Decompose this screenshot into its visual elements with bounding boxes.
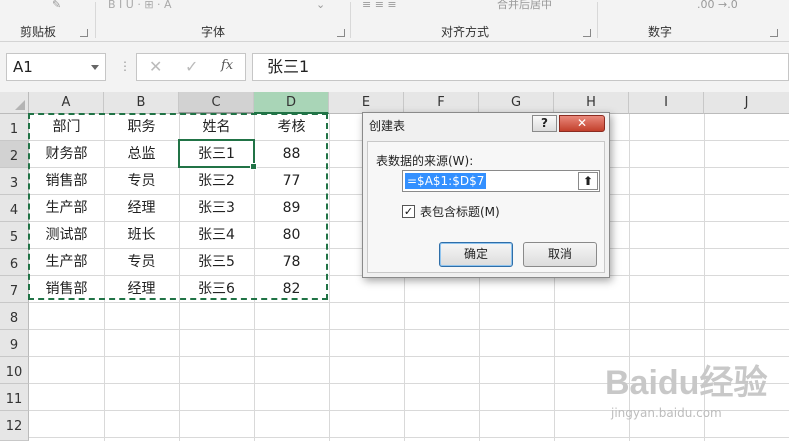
- watermark-logo: Baidu经验: [605, 364, 768, 402]
- cancel-icon[interactable]: ✕: [149, 58, 162, 76]
- column-header-h[interactable]: H: [554, 92, 629, 114]
- row-header-10[interactable]: 10: [0, 357, 29, 384]
- column-header-b[interactable]: B: [104, 92, 179, 114]
- chevron-down-icon[interactable]: [91, 65, 99, 70]
- watermark-url: jingyan.baidu.com: [611, 406, 722, 420]
- font-launcher-icon[interactable]: [337, 29, 345, 37]
- name-box-value: A1: [13, 58, 33, 76]
- row-header-6[interactable]: 6: [0, 249, 29, 276]
- font-style-buttons[interactable]: B I U · ⊞ · A: [108, 0, 172, 14]
- watermark: Baidu经验 jingyan.baidu.com: [605, 366, 785, 436]
- row-header-3[interactable]: 3: [0, 168, 29, 195]
- row-header-7[interactable]: 7: [0, 276, 29, 303]
- number-launcher-icon[interactable]: [770, 29, 778, 37]
- format-painter-icon[interactable]: ✎: [52, 0, 61, 14]
- source-range-value: =$A$1:$D$7: [405, 173, 487, 189]
- expand-icon[interactable]: ⌄: [316, 0, 325, 14]
- insert-function-icon[interactable]: fx: [221, 58, 233, 73]
- drag-handle-icon[interactable]: ⋮: [119, 60, 131, 72]
- column-header-c[interactable]: C: [179, 92, 254, 114]
- active-cell-border: [178, 139, 257, 170]
- row-header-2[interactable]: 2: [0, 141, 29, 168]
- enter-check-icon[interactable]: ✓: [185, 58, 198, 76]
- row-header-5[interactable]: 5: [0, 222, 29, 249]
- column-header-d[interactable]: D: [254, 92, 329, 114]
- column-header-i[interactable]: I: [629, 92, 704, 114]
- column-header-e[interactable]: E: [329, 92, 404, 114]
- formula-input[interactable]: 张三1: [252, 53, 789, 81]
- row-header-4[interactable]: 4: [0, 195, 29, 222]
- has-headers-checkbox[interactable]: ✓: [402, 205, 415, 218]
- row-header-12[interactable]: 12: [0, 411, 29, 441]
- alignment-launcher-icon[interactable]: [583, 29, 591, 37]
- ribbon: ✎ B I U · ⊞ · A ⌄ ≡ ≡ ≡ 合并后居中 .00 →.0 剪贴…: [0, 0, 789, 42]
- grid-line: [329, 114, 330, 441]
- row-header-9[interactable]: 9: [0, 330, 29, 357]
- name-box[interactable]: A1: [6, 53, 106, 81]
- ribbon-divider: [350, 2, 351, 38]
- column-header-a[interactable]: A: [29, 92, 104, 114]
- cancel-button[interactable]: 取消: [523, 242, 597, 267]
- row-header-11[interactable]: 11: [0, 384, 29, 411]
- formula-buttons: ✕ ✓ fx: [136, 53, 246, 81]
- clipboard-group-label: 剪贴板: [19, 25, 56, 39]
- column-header-j[interactable]: J: [704, 92, 789, 114]
- row-header-1[interactable]: 1: [0, 114, 29, 141]
- column-header-f[interactable]: F: [404, 92, 479, 114]
- source-label: 表数据的来源(W):: [376, 154, 474, 168]
- has-headers-label[interactable]: 表包含标题(M): [420, 205, 500, 219]
- number-group-label: 数字: [647, 25, 672, 39]
- decimal-buttons[interactable]: .00 →.0: [697, 0, 738, 14]
- source-range-input[interactable]: =$A$1:$D$7 ⬆: [402, 170, 600, 192]
- font-group-label: 字体: [200, 25, 225, 39]
- help-button[interactable]: ?: [532, 115, 557, 132]
- clipboard-launcher-icon[interactable]: [80, 29, 88, 37]
- ribbon-divider: [95, 2, 96, 38]
- collapse-dialog-icon[interactable]: ⬆: [578, 172, 598, 190]
- ok-button[interactable]: 确定: [439, 242, 513, 267]
- dialog-body: 表数据的来源(W): =$A$1:$D$7 ⬆ ✓ 表包含标题(M) 确定 取消: [367, 141, 605, 273]
- merge-center-button[interactable]: 合并后居中: [497, 0, 552, 14]
- ribbon-divider: [597, 2, 598, 38]
- create-table-dialog: 创建表 ? ✕ 表数据的来源(W): =$A$1:$D$7 ⬆ ✓ 表包含标题(…: [362, 112, 610, 278]
- column-header-g[interactable]: G: [479, 92, 554, 114]
- select-all-button[interactable]: [0, 92, 29, 114]
- row-header-8[interactable]: 8: [0, 303, 29, 330]
- alignment-group-label: 对齐方式: [440, 25, 489, 39]
- close-button[interactable]: ✕: [559, 115, 605, 132]
- align-icons[interactable]: ≡ ≡ ≡: [362, 0, 397, 14]
